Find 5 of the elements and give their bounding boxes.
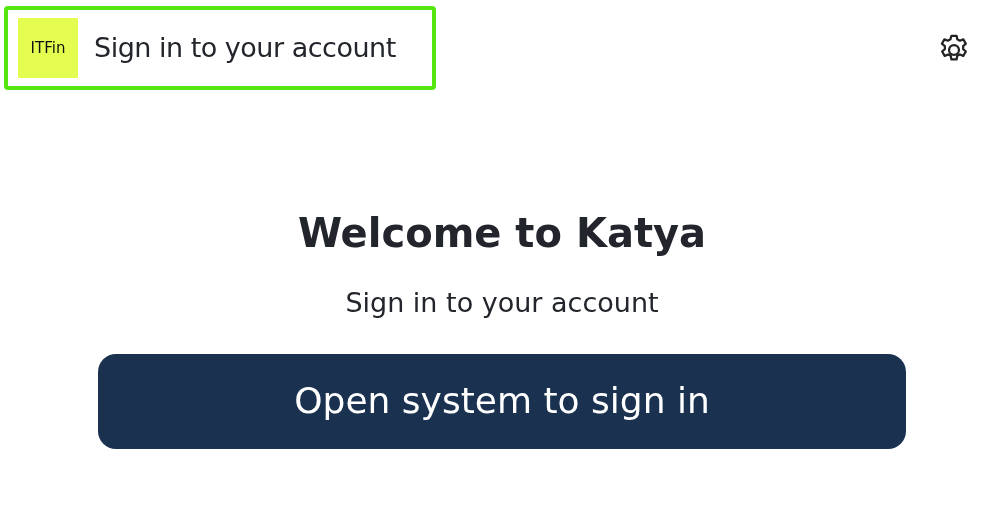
welcome-heading: Welcome to Katya xyxy=(297,209,707,258)
sign-in-button[interactable]: Open system to sign in xyxy=(98,353,906,449)
subtitle: Sign in to your account xyxy=(345,286,659,320)
logo: ITFin xyxy=(18,18,78,78)
header-title: Sign in to your account xyxy=(94,30,396,65)
